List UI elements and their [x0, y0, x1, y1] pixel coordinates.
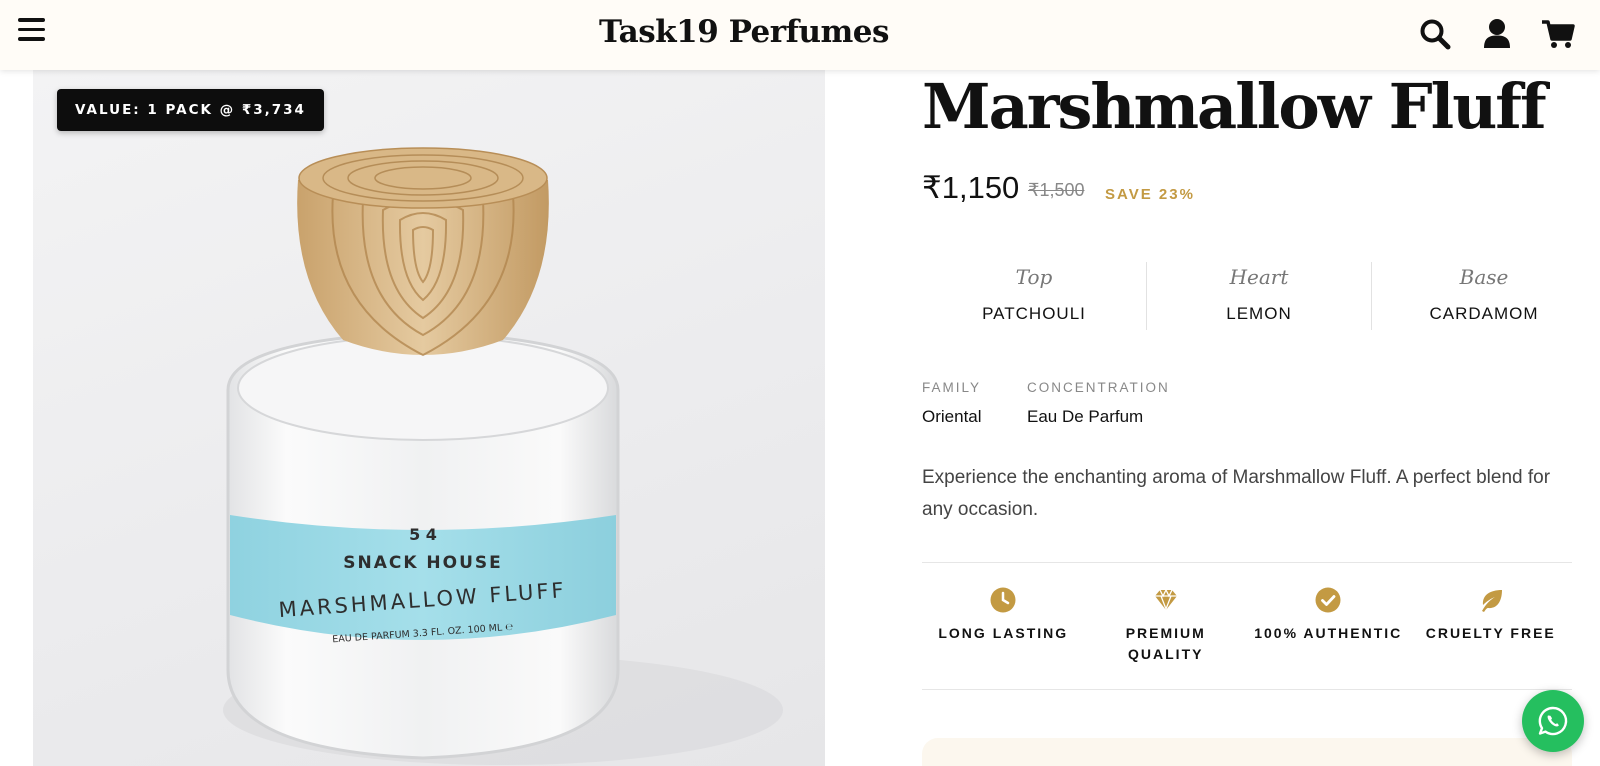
note-base: Base CARDAMOM — [1372, 262, 1596, 330]
label-number: 5 4 — [409, 525, 437, 544]
label-brand: SNACK HOUSE — [343, 553, 503, 573]
value-badge: VALUE: 1 PACK @ ₹3,734 — [57, 89, 324, 131]
product-title: Marshmallow Fluff — [922, 70, 1547, 143]
cart-icon[interactable] — [1541, 17, 1575, 51]
family-info: FAMILY Oriental — [922, 380, 982, 427]
feature-label: PREMIUM QUALITY — [1125, 625, 1206, 662]
compare-price: ₹1,500 — [1028, 180, 1085, 200]
feature-item: PREMIUM QUALITY — [1085, 563, 1248, 689]
note-top: Top PATCHOULI — [922, 262, 1147, 330]
family-label: FAMILY — [922, 380, 982, 395]
family-value: Oriental — [922, 407, 982, 426]
concentration-label: CONCENTRATION — [1027, 380, 1170, 395]
note-label: Base — [1459, 265, 1509, 289]
clock-icon — [990, 587, 1016, 613]
sale-price: ₹1,150 — [922, 170, 1020, 205]
leaf-icon — [1481, 590, 1502, 612]
note-value: CARDAMOM — [1429, 304, 1539, 323]
checkmark-icon — [1315, 587, 1341, 613]
note-label: Heart — [1229, 265, 1289, 289]
feature-label: 100% AUTHENTIC — [1254, 625, 1403, 641]
diamond-icon — [1154, 588, 1177, 611]
concentration-value: Eau De Parfum — [1027, 407, 1144, 426]
save-badge: SAVE 23% — [1105, 186, 1195, 203]
note-label: Top — [1015, 265, 1053, 289]
note-heart: Heart LEMON — [1147, 262, 1372, 330]
feature-item: CRUELTY FREE — [1410, 563, 1573, 689]
note-value: PATCHOULI — [982, 304, 1086, 323]
feature-item: 100% AUTHENTIC — [1247, 563, 1410, 689]
brand-logo[interactable]: Task19 Perfumes — [0, 14, 1488, 50]
info-card — [922, 738, 1572, 766]
product-image[interactable]: 5 4 SNACK HOUSE MARSHMALLOW FLUFF EAU DE… — [33, 70, 825, 766]
fragrance-notes: Top PATCHOULI Heart LEMON Base CARDAMOM — [922, 262, 1596, 330]
feature-label: LONG LASTING — [938, 625, 1069, 641]
search-icon[interactable] — [1418, 17, 1452, 51]
site-header: Task19 Perfumes — [0, 0, 1600, 70]
perfume-bottle-illustration: 5 4 SNACK HOUSE MARSHMALLOW FLUFF EAU DE… — [223, 147, 783, 765]
whatsapp-icon — [1538, 706, 1568, 736]
whatsapp-chat-button[interactable] — [1522, 690, 1584, 752]
feature-item: LONG LASTING — [922, 563, 1085, 689]
feature-list: LONG LASTING PREMIUM QUALITY 100% AUTHEN… — [922, 562, 1572, 690]
concentration-info: CONCENTRATION Eau De Parfum — [1027, 380, 1170, 427]
product-description: Experience the enchanting aroma of Marsh… — [922, 467, 1551, 520]
note-value: LEMON — [1226, 304, 1292, 323]
user-icon[interactable] — [1480, 17, 1514, 51]
feature-label: CRUELTY FREE — [1425, 625, 1556, 641]
